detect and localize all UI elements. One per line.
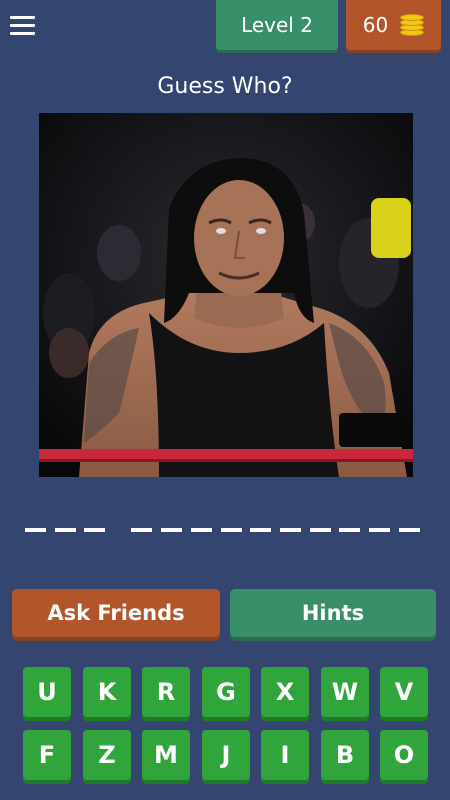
wrestler-photo-image <box>39 113 413 477</box>
letter-key[interactable]: O <box>380 730 428 780</box>
answer-slot <box>84 528 105 532</box>
level-label: Level 2 <box>241 13 313 37</box>
hamburger-menu-icon <box>10 16 35 19</box>
letter-key[interactable]: F <box>23 730 71 780</box>
answer-slots <box>0 528 450 532</box>
answer-slot <box>310 528 331 532</box>
letter-key[interactable]: B <box>321 730 369 780</box>
coins-badge[interactable]: 60 <box>346 0 441 50</box>
answer-slot <box>369 528 390 532</box>
letter-key[interactable]: J <box>202 730 250 780</box>
answer-slot <box>339 528 360 532</box>
coins-count: 60 <box>362 13 389 37</box>
letter-key[interactable]: Z <box>83 730 131 780</box>
answer-slot <box>55 528 76 532</box>
letter-key[interactable]: U <box>23 667 71 717</box>
letter-key[interactable]: R <box>142 667 190 717</box>
ask-friends-button[interactable]: Ask Friends <box>12 589 220 637</box>
menu-button[interactable] <box>10 14 36 38</box>
puzzle-photo <box>39 113 413 477</box>
hamburger-menu-icon-bar <box>10 24 35 27</box>
letter-key[interactable]: W <box>321 667 369 717</box>
level-badge: Level 2 <box>216 0 338 50</box>
answer-slot <box>131 528 152 532</box>
answer-slot <box>399 528 420 532</box>
letter-key[interactable]: X <box>261 667 309 717</box>
coin-stack-icon <box>400 14 425 36</box>
letter-key[interactable]: K <box>83 667 131 717</box>
letter-key[interactable]: G <box>202 667 250 717</box>
answer-slot <box>161 528 182 532</box>
answer-slot <box>191 528 212 532</box>
answer-slot <box>25 528 46 532</box>
answer-slot <box>280 528 301 532</box>
page-title: Guess Who? <box>157 74 293 99</box>
hints-button[interactable]: Hints <box>230 589 436 637</box>
letter-key[interactable]: I <box>261 730 309 780</box>
letter-key[interactable]: M <box>142 730 190 780</box>
letter-key[interactable]: V <box>380 667 428 717</box>
answer-slot <box>221 528 242 532</box>
answer-slot <box>250 528 271 532</box>
hamburger-menu-icon-bar <box>10 32 35 35</box>
